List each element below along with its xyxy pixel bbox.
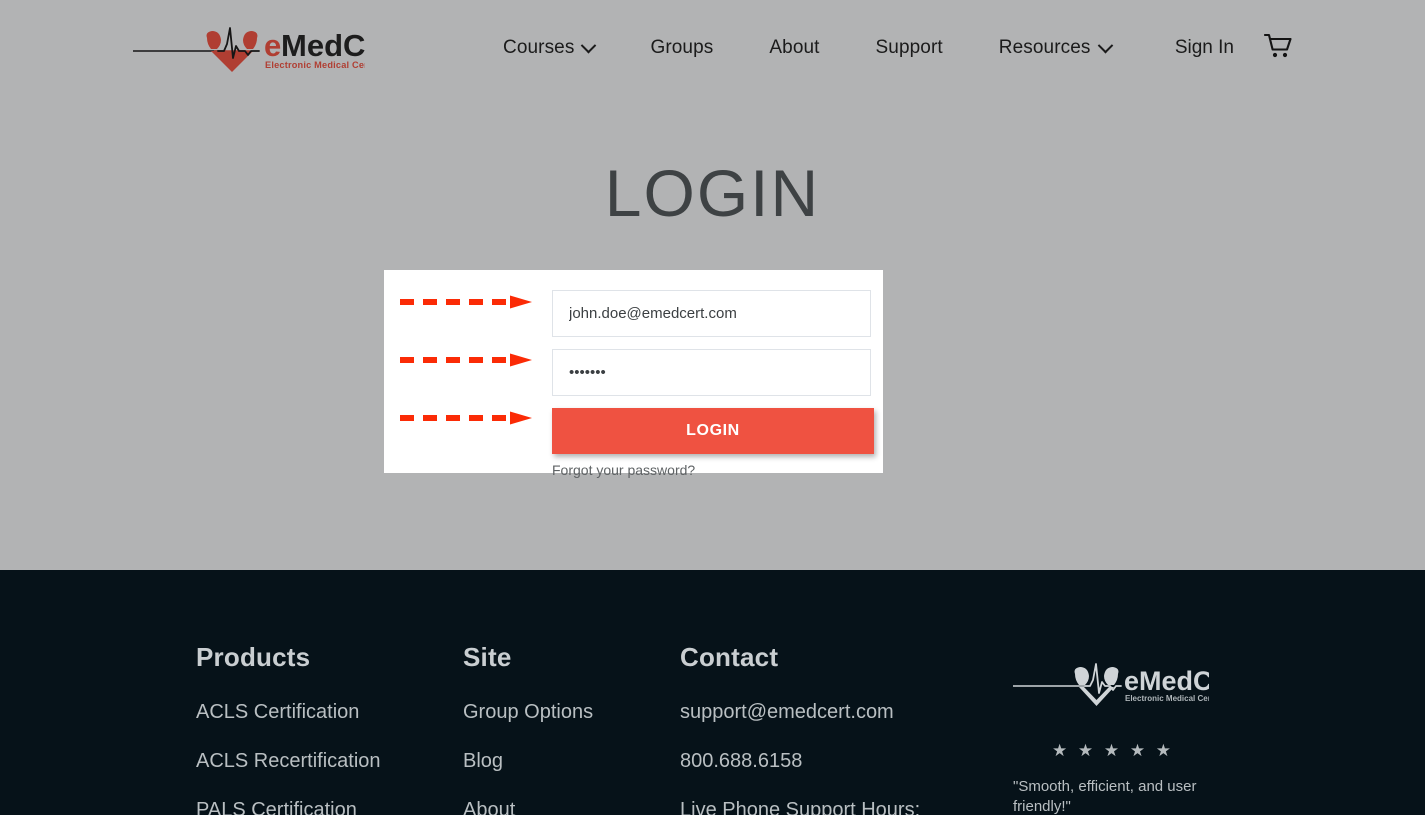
footer-brand-block: eMedCert Electronic Medical Certificatio…: [1013, 658, 1273, 815]
footer-logo-tagline: Electronic Medical Certification: [1125, 694, 1209, 703]
chevron-down-icon: [1097, 37, 1113, 53]
footer-column-site: Site Group Options Blog About: [463, 642, 663, 815]
star-rating: ★ ★ ★ ★ ★: [1051, 741, 1175, 760]
nav-item-groups[interactable]: Groups: [622, 31, 741, 65]
nav-item-label: Groups: [650, 37, 714, 58]
arrow-to-password-field: [400, 353, 532, 367]
site-footer: Products ACLS Certification ACLS Recerti…: [0, 570, 1425, 815]
svg-text:e: e: [264, 28, 281, 63]
sign-in-link[interactable]: Sign In: [1175, 37, 1234, 59]
arrow-to-email-field: [400, 295, 532, 309]
footer-link-group-options[interactable]: Group Options: [463, 701, 663, 724]
nav-item-resources[interactable]: Resources: [971, 31, 1139, 65]
login-form-card: LOGIN Forgot your password?: [384, 270, 886, 478]
footer-column-products: Products ACLS Certification ACLS Recerti…: [196, 642, 446, 815]
footer-emedcert-logo: eMedCert Electronic Medical Certificatio…: [1013, 658, 1247, 711]
nav-item-support[interactable]: Support: [848, 31, 971, 65]
footer-heading-products: Products: [196, 642, 311, 672]
footer-link-support-email[interactable]: support@emedcert.com: [680, 701, 970, 724]
nav-item-label: Courses: [503, 37, 575, 58]
footer-heading-contact: Contact: [680, 642, 779, 672]
footer-link-acls-certification[interactable]: ACLS Certification: [196, 701, 446, 724]
footer-link-blog[interactable]: Blog: [463, 750, 663, 773]
footer-link-about[interactable]: About: [463, 799, 663, 815]
login-button[interactable]: LOGIN: [552, 408, 874, 454]
field-spacer: [552, 337, 874, 349]
footer-link-acls-recertification[interactable]: ACLS Recertification: [196, 750, 446, 773]
annotation-arrows-column: [384, 270, 552, 473]
shopping-cart-icon[interactable]: [1263, 33, 1292, 64]
footer-column-contact: Contact support@emedcert.com 800.688.615…: [680, 642, 970, 815]
arrow-to-login-button: [400, 411, 532, 425]
header-actions: Sign In: [1175, 33, 1292, 64]
emedcert-logo[interactable]: e MedCert Electronic Medical Certificati…: [133, 20, 408, 76]
main-navigation: Courses Groups About Support Resources: [475, 31, 1139, 65]
password-field[interactable]: [552, 349, 871, 396]
svg-text:MedCert: MedCert: [281, 28, 365, 63]
nav-item-about[interactable]: About: [741, 31, 847, 65]
nav-item-label: Resources: [998, 37, 1091, 58]
nav-item-label: About: [769, 37, 820, 58]
emedcert-logo-svg: e MedCert Electronic Medical Certificati…: [133, 27, 408, 72]
chevron-down-icon: [581, 37, 597, 53]
footer-heading-site: Site: [463, 642, 512, 672]
email-field[interactable]: [552, 290, 871, 337]
nav-item-courses[interactable]: Courses: [475, 31, 622, 65]
footer-inner: Products ACLS Certification ACLS Recerti…: [0, 570, 1425, 815]
footer-text-support-hours: Live Phone Support Hours:: [680, 799, 921, 815]
footer-link-support-phone[interactable]: 800.688.6158: [680, 750, 970, 773]
svg-text:Electronic Medical Certifica: Electronic Medical Certification: [265, 60, 365, 70]
nav-item-label: Support: [875, 37, 943, 58]
forgot-password-link[interactable]: Forgot your password?: [552, 462, 695, 478]
page-title: LOGIN: [604, 156, 821, 230]
footer-logo-svg: eMedCert Electronic Medical Certificatio…: [1013, 663, 1247, 706]
login-form: LOGIN Forgot your password?: [552, 270, 886, 478]
site-header: e MedCert Electronic Medical Certificati…: [0, 0, 1425, 96]
footer-logo-wordmark: eMedCert: [1124, 666, 1209, 696]
testimonial-quote: "Smooth, efficient, and user friendly!": [1013, 778, 1197, 815]
shopping-cart-glyph: [1263, 33, 1292, 57]
footer-link-pals-certification[interactable]: PALS Certification: [196, 799, 446, 815]
